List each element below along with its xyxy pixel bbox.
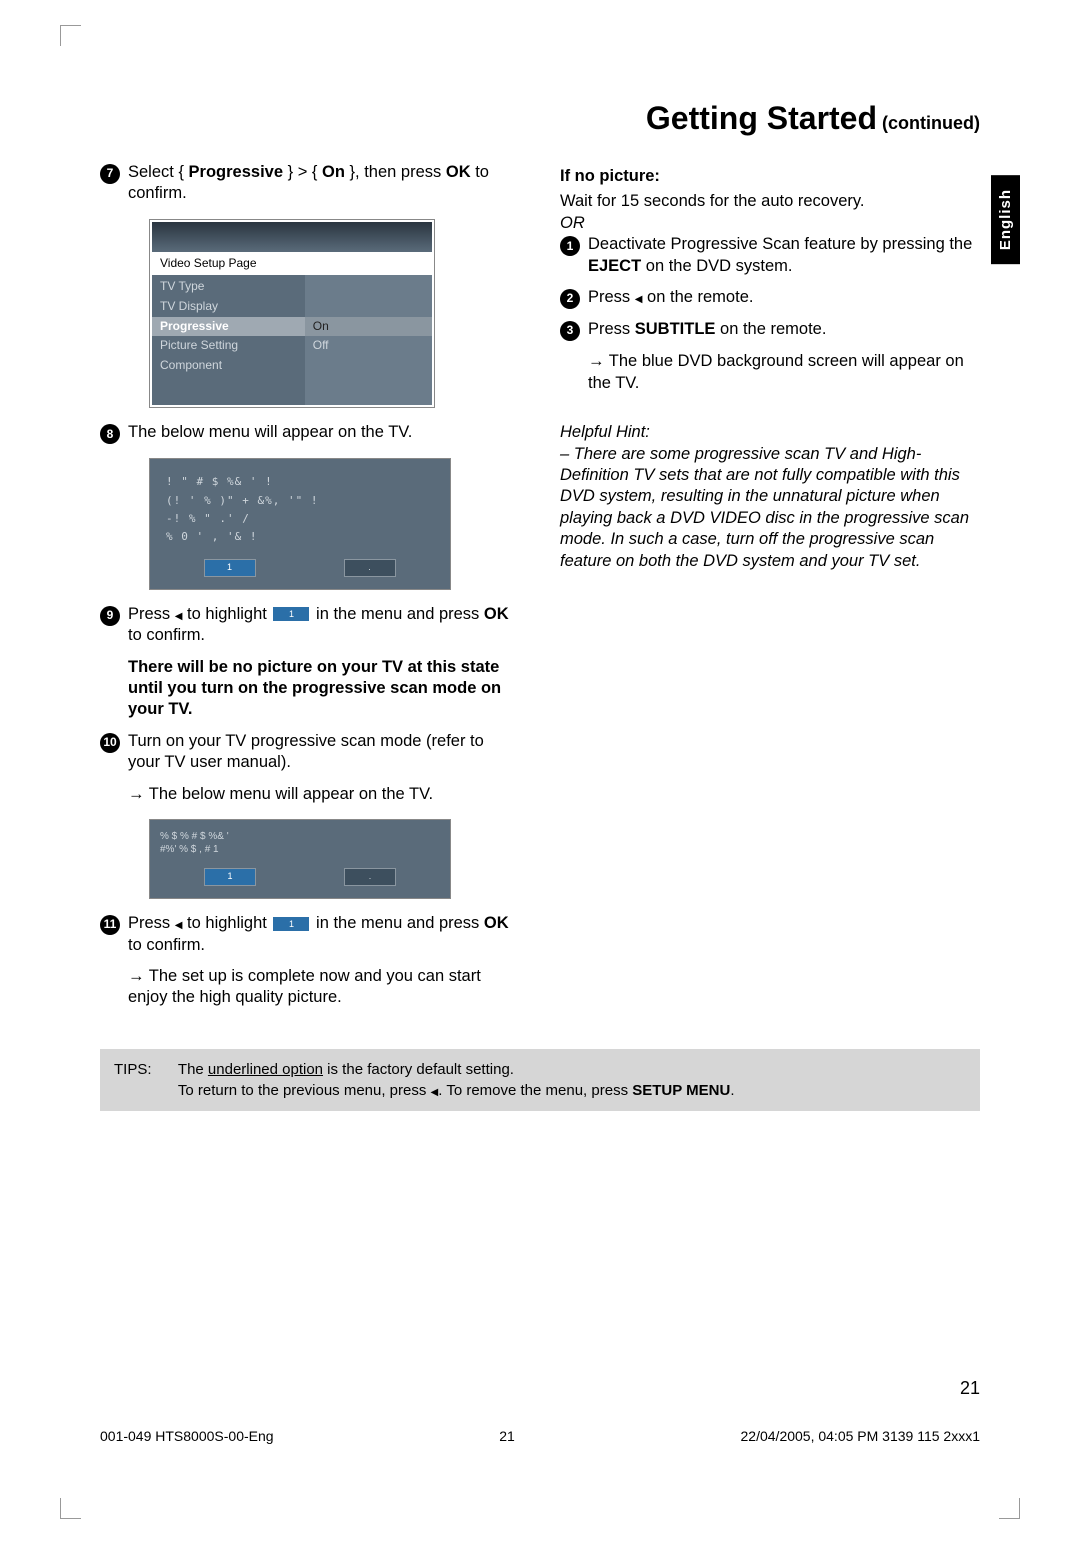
footer-left: 001-049 HTS8000S-00-Eng bbox=[100, 1428, 274, 1444]
underlined-option: underlined option bbox=[208, 1061, 323, 1078]
menu-item-component: Component bbox=[152, 356, 305, 376]
menu-spacer bbox=[305, 277, 432, 297]
menu-gradient bbox=[152, 222, 432, 252]
crop-mark-br bbox=[999, 1498, 1020, 1519]
menu-item-tvdisplay: TV Display bbox=[152, 297, 305, 317]
step-11-result: The set up is complete now and you can s… bbox=[128, 966, 520, 1009]
page-title: Getting Started bbox=[646, 100, 877, 136]
language-tab: English bbox=[991, 175, 1020, 264]
sm1-line4: % 0 ' , '& ! bbox=[160, 528, 440, 546]
crop-mark-tl bbox=[60, 25, 81, 46]
step-8-text: The below menu will appear on the TV. bbox=[128, 422, 520, 443]
step-num-9: 9 bbox=[100, 606, 120, 626]
right-step-2: 2 Press on the remote. bbox=[560, 287, 980, 309]
menu-right-col: On Off bbox=[305, 275, 432, 405]
right-step-num-2: 2 bbox=[560, 289, 580, 309]
sm2-btn-cancel: . bbox=[344, 868, 396, 886]
step-7: 7 Select { Progressive } > { On }, then … bbox=[100, 162, 520, 205]
right-step-num-3: 3 bbox=[560, 321, 580, 341]
sm1-line1: ! " # $ %& ' ! bbox=[160, 473, 440, 491]
right-step-num-1: 1 bbox=[560, 236, 580, 256]
sm2-line2: #%' % $ , # 1 bbox=[160, 843, 440, 856]
sm1-btn-ok: 1 bbox=[204, 559, 256, 577]
footer-right: 22/04/2005, 04:05 PM 3139 115 2xxx1 bbox=[741, 1428, 980, 1444]
right-column: If no picture: Wait for 15 seconds for t… bbox=[560, 162, 980, 1019]
sm2-line1: % $ % # $ %& ' bbox=[160, 830, 440, 843]
step-10: 10 Turn on your TV progressive scan mode… bbox=[100, 731, 520, 774]
menu-spacer bbox=[305, 297, 432, 317]
right-step-3: 3 Press SUBTITLE on the remote. bbox=[560, 319, 980, 341]
footer: 001-049 HTS8000S-00-Eng 21 22/04/2005, 0… bbox=[100, 1428, 980, 1444]
right-step-3-text: Press SUBTITLE on the remote. bbox=[588, 319, 980, 340]
helpful-hint-body: – There are some progressive scan TV and… bbox=[560, 444, 980, 573]
menu-opt-off: Off bbox=[305, 336, 432, 356]
step-10-text: Turn on your TV progressive scan mode (r… bbox=[128, 731, 520, 774]
video-setup-menu: Video Setup Page TV Type TV Display Prog… bbox=[150, 220, 434, 408]
sm2-btn-ok: 1 bbox=[204, 868, 256, 886]
inline-ok-icon: 1 bbox=[273, 607, 309, 621]
step-11: 11 Press to highlight 1 in the menu and … bbox=[100, 913, 520, 956]
page-number: 21 bbox=[960, 1378, 980, 1399]
footer-mid: 21 bbox=[499, 1428, 515, 1444]
menu-left-col: TV Type TV Display Progressive Picture S… bbox=[152, 275, 305, 405]
menu-item-tvtype: TV Type bbox=[152, 277, 305, 297]
inline-ok-icon: 1 bbox=[273, 917, 309, 931]
sm1-line3: -! % " .' / bbox=[160, 510, 440, 528]
step-10-result: The below menu will appear on the TV. bbox=[128, 784, 520, 805]
page-subtitle: (continued) bbox=[877, 113, 980, 133]
step-8: 8 The below menu will appear on the TV. bbox=[100, 422, 520, 444]
right-step-1: 1 Deactivate Progressive Scan feature by… bbox=[560, 234, 980, 277]
right-step-3-result: The blue DVD background screen will appe… bbox=[588, 351, 980, 394]
step-9: 9 Press to highlight 1 in the menu and p… bbox=[100, 604, 520, 647]
confirm-menu-1: ! " # $ %& ' ! (! ' % )" + &%, '" ! -! %… bbox=[150, 459, 450, 588]
sm1-line2: (! ' % )" + &%, '" ! bbox=[160, 492, 440, 510]
step-num-11: 11 bbox=[100, 915, 120, 935]
crop-mark-tr bbox=[1000, 25, 1020, 45]
right-step-2-text: Press on the remote. bbox=[588, 287, 980, 308]
step-num-7: 7 bbox=[100, 164, 120, 184]
tips-bar: TIPS: The underlined option is the facto… bbox=[100, 1049, 980, 1111]
page-content: Getting Started (continued) 7 Select { P… bbox=[100, 60, 980, 1444]
step-9-text: Press to highlight 1 in the menu and pre… bbox=[128, 604, 520, 647]
no-picture-warning: There will be no picture on your TV at t… bbox=[128, 657, 520, 721]
page-title-row: Getting Started (continued) bbox=[100, 100, 980, 137]
right-step-1-text: Deactivate Progressive Scan feature by p… bbox=[588, 234, 980, 277]
step-11-text: Press to highlight 1 in the menu and pre… bbox=[128, 913, 520, 956]
menu-item-picture: Picture Setting bbox=[152, 336, 305, 356]
menu-header: Video Setup Page bbox=[152, 252, 432, 276]
or-text: OR bbox=[560, 213, 980, 234]
step-num-10: 10 bbox=[100, 733, 120, 753]
menu-item-progressive: Progressive bbox=[152, 317, 305, 337]
tips-label: TIPS: bbox=[114, 1059, 174, 1080]
helpful-hint-label: Helpful Hint: bbox=[560, 422, 980, 443]
step-num-8: 8 bbox=[100, 424, 120, 444]
wait-text: Wait for 15 seconds for the auto recover… bbox=[560, 191, 980, 212]
crop-mark-bl bbox=[60, 1498, 81, 1519]
left-column: 7 Select { Progressive } > { On }, then … bbox=[100, 162, 520, 1019]
menu-opt-on: On bbox=[305, 317, 432, 337]
sm1-btn-cancel: . bbox=[344, 559, 396, 577]
confirm-menu-2: % $ % # $ %& ' #%' % $ , # 1 1 . bbox=[150, 820, 450, 898]
step-7-text: Select { Progressive } > { On }, then pr… bbox=[128, 162, 520, 205]
if-no-picture-heading: If no picture: bbox=[560, 166, 980, 187]
